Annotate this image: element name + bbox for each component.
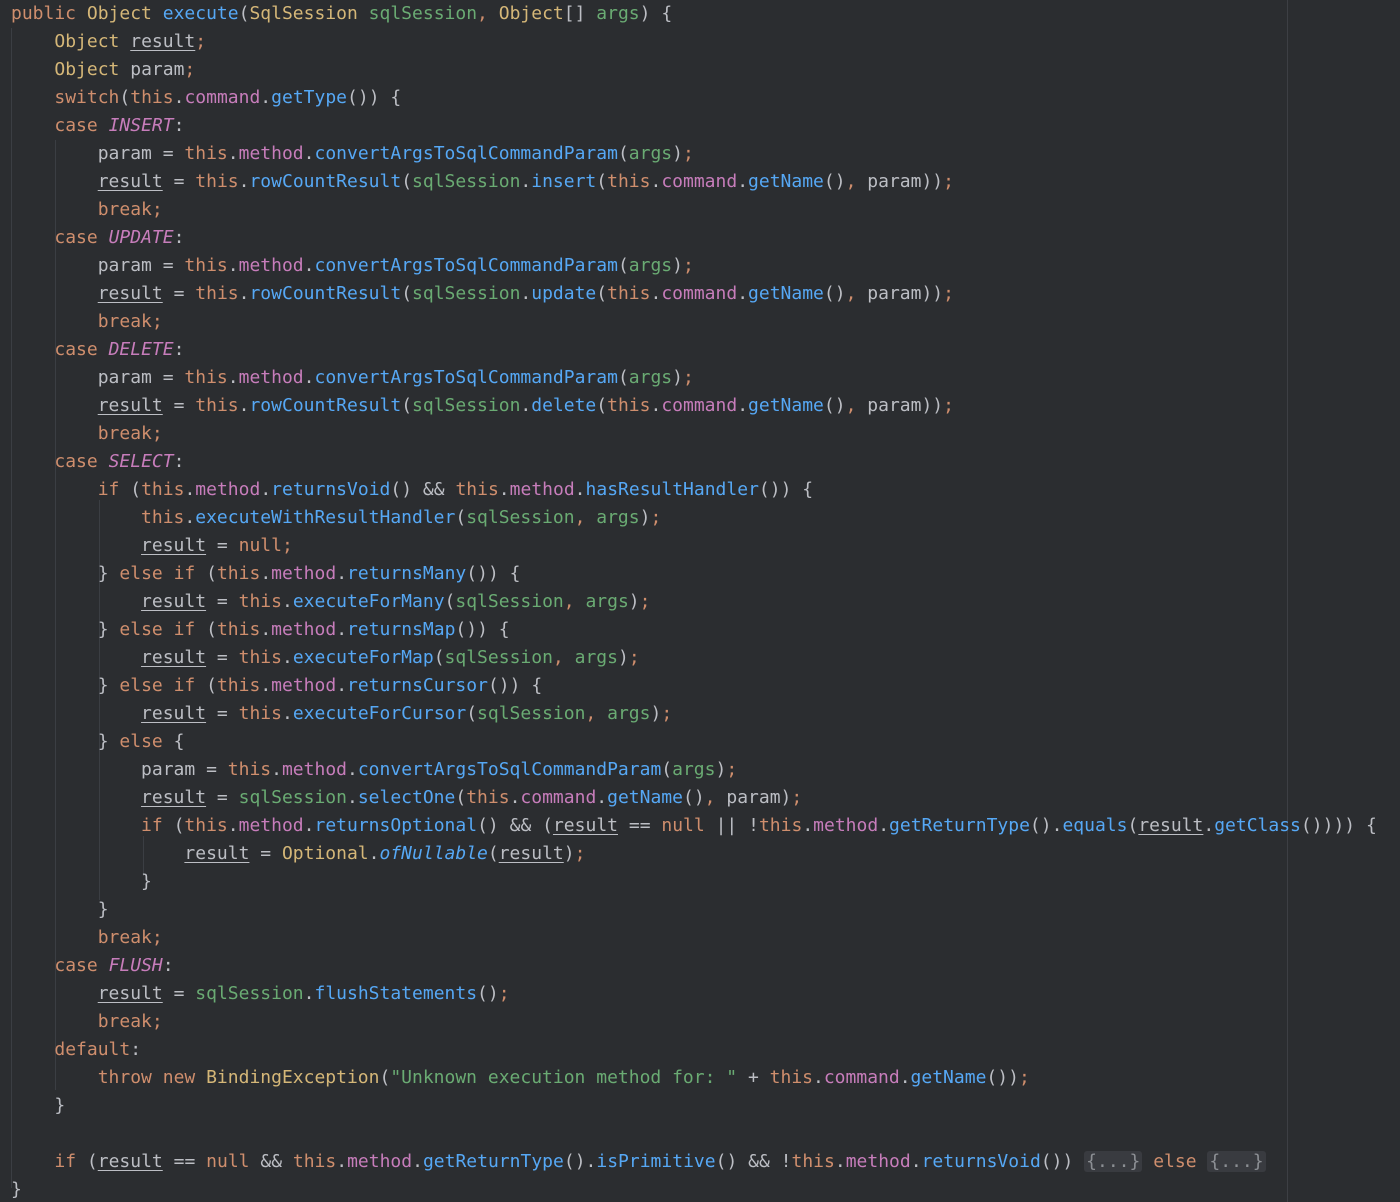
code-line[interactable]: case UPDATE:: [11, 224, 184, 252]
code-line[interactable]: throw new BindingException("Unknown exec…: [11, 1064, 1030, 1092]
code-line[interactable]: if (this.method.returnsOptional() && (re…: [11, 812, 1377, 840]
code-line[interactable]: switch(this.command.getType()) {: [11, 84, 401, 112]
code-line[interactable]: result = sqlSession.flushStatements();: [11, 980, 510, 1008]
code-line[interactable]: param = this.method.convertArgsToSqlComm…: [11, 140, 694, 168]
code-line[interactable]: Object param;: [11, 56, 195, 84]
code-line[interactable]: }: [11, 1092, 65, 1120]
code-line[interactable]: Object result;: [11, 28, 206, 56]
code-line[interactable]: default:: [11, 1036, 141, 1064]
right-margin-guide: [1287, 0, 1288, 1202]
code-line[interactable]: public Object execute(SqlSession sqlSess…: [11, 0, 672, 28]
code-line[interactable]: } else {: [11, 728, 185, 756]
code-line[interactable]: }: [11, 868, 152, 896]
code-line[interactable]: result = this.rowCountResult(sqlSession.…: [11, 392, 954, 420]
code-line[interactable]: break;: [11, 196, 163, 224]
code-line[interactable]: result = null;: [11, 532, 293, 560]
code-line[interactable]: break;: [11, 924, 163, 952]
code-line[interactable]: } else if (this.method.returnsMap()) {: [11, 616, 510, 644]
code-line[interactable]: result = this.rowCountResult(sqlSession.…: [11, 280, 954, 308]
code-line[interactable]: result = this.executeForCursor(sqlSessio…: [11, 700, 672, 728]
code-line[interactable]: case INSERT:: [11, 112, 184, 140]
code-editor[interactable]: public Object execute(SqlSession sqlSess…: [0, 0, 1400, 1202]
folded-code-region[interactable]: {...}: [1207, 1151, 1266, 1172]
code-line[interactable]: result = this.executeForMap(sqlSession, …: [11, 644, 640, 672]
code-line[interactable]: param = this.method.convertArgsToSqlComm…: [11, 364, 694, 392]
code-line[interactable]: result = this.rowCountResult(sqlSession.…: [11, 168, 954, 196]
code-line[interactable]: }: [11, 896, 109, 924]
code-line[interactable]: if (this.method.returnsVoid() && this.me…: [11, 476, 813, 504]
code-line[interactable]: param = this.method.convertArgsToSqlComm…: [11, 252, 694, 280]
code-line[interactable]: } else if (this.method.returnsMany()) {: [11, 560, 521, 588]
code-line[interactable]: if (result == null && this.method.getRet…: [11, 1148, 1266, 1176]
code-line[interactable]: this.executeWithResultHandler(sqlSession…: [11, 504, 661, 532]
code-line[interactable]: result = sqlSession.selectOne(this.comma…: [11, 784, 802, 812]
folded-code-region[interactable]: {...}: [1084, 1151, 1143, 1172]
code-line[interactable]: break;: [11, 308, 163, 336]
code-line[interactable]: case FLUSH:: [11, 952, 173, 980]
code-line[interactable]: case SELECT:: [11, 448, 184, 476]
code-line[interactable]: } else if (this.method.returnsCursor()) …: [11, 672, 542, 700]
code-line[interactable]: break;: [11, 1008, 163, 1036]
code-line[interactable]: param = this.method.convertArgsToSqlComm…: [11, 756, 737, 784]
code-line[interactable]: result = this.executeForMany(sqlSession,…: [11, 588, 650, 616]
code-line[interactable]: case DELETE:: [11, 336, 184, 364]
code-line[interactable]: break;: [11, 420, 163, 448]
code-line[interactable]: }: [11, 1176, 22, 1202]
code-line[interactable]: result = Optional.ofNullable(result);: [11, 840, 585, 868]
